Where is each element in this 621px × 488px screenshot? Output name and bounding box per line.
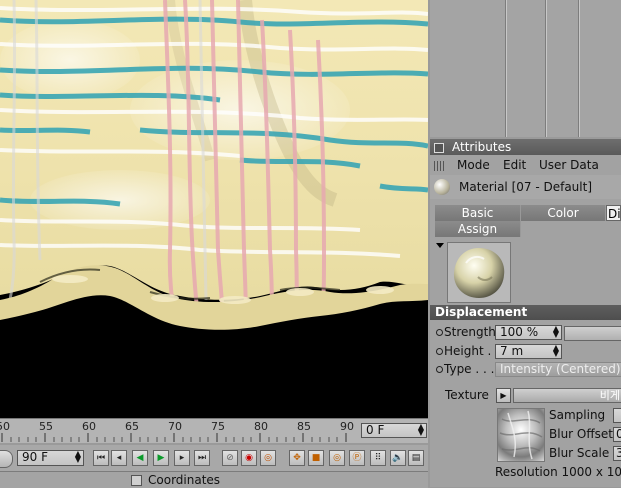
height-label: Height . . — [444, 344, 499, 358]
strength-label: Strength — [444, 325, 496, 339]
param-key-icon[interactable]: Ⓟ — [349, 450, 365, 466]
options-icon[interactable]: ▤ — [408, 450, 424, 466]
attributes-title-bar: Attributes — [430, 139, 621, 155]
coordinates-label: Coordinates — [148, 473, 221, 487]
tab-color[interactable]: Color — [521, 205, 606, 221]
viewport-render — [0, 0, 428, 418]
type-row: Type . . . . Intensity (Centered) — [430, 361, 621, 378]
type-select[interactable]: Intensity (Centered) — [495, 362, 621, 377]
go-to-start-button[interactable]: ⏮ — [93, 450, 109, 466]
autokey-button[interactable]: ◎ — [260, 450, 276, 466]
height-field[interactable]: 7 m ▲ ▼ — [495, 344, 562, 359]
record-off-icon[interactable]: ⊘ — [222, 450, 238, 466]
tab-basic[interactable]: Basic — [435, 205, 521, 221]
blur-scale-field[interactable]: 3 — [613, 446, 621, 461]
texture-label: Texture — [445, 388, 489, 402]
tick-label: 55 — [39, 420, 53, 433]
texture-row: Texture ▶ 비게 — [430, 386, 621, 404]
strength-field[interactable]: 100 % ▲ ▼ — [495, 325, 562, 340]
texture-thumbnail[interactable] — [497, 408, 545, 462]
texture-load-button[interactable]: 비게 — [513, 388, 621, 403]
blur-offset-label: Blur Offset — [549, 427, 613, 441]
tick-label: 90 — [340, 420, 354, 433]
attributes-title: Attributes — [452, 140, 512, 154]
previous-key-button[interactable]: ◂ — [111, 450, 127, 466]
sound-icon[interactable]: 🔈 — [390, 450, 406, 466]
tick-label: 65 — [125, 420, 139, 433]
material-sphere-icon — [434, 179, 450, 195]
attributes-panel: Attributes Mode Edit User Data Material … — [430, 139, 621, 487]
spinner-icon[interactable]: ▲ ▼ — [418, 424, 424, 437]
tick-label: 75 — [211, 420, 225, 433]
type-label: Type . . . . — [444, 362, 503, 376]
tick-label: 80 — [254, 420, 268, 433]
object-manager-panel — [430, 0, 621, 137]
spinner-icon[interactable]: ▲ ▼ — [553, 345, 559, 358]
animate-dot-icon[interactable] — [436, 329, 443, 336]
menu-edit[interactable]: Edit — [503, 155, 526, 175]
blur-scale-label: Blur Scale — [549, 446, 610, 460]
play-forwards-button[interactable]: ▶ — [153, 450, 169, 466]
sampling-label: Sampling — [549, 408, 606, 422]
tab-displacement[interactable]: Dis — [606, 205, 621, 221]
resolution-text: Resolution 1000 x 1000 — [495, 465, 621, 479]
playback-toolbar: 90 F ▲ ▼ ⏮ ◂ ◀ ▶ ▸ ⏭ ⊘ ◉ ◎ ✥ ■ ◎ Ⓟ ⠿ 🔈 ▤ — [0, 445, 428, 471]
tick-label: 70 — [168, 420, 182, 433]
rotate-key-icon[interactable]: ◎ — [329, 450, 345, 466]
material-name: Material [07 - Default] — [459, 180, 593, 194]
spinner-icon[interactable]: ▲ ▼ — [75, 451, 81, 464]
displacement-section-header: Displacement — [430, 305, 621, 320]
strength-slider[interactable] — [564, 326, 621, 341]
preview-arrow-icon[interactable] — [436, 243, 444, 248]
animate-dot-icon[interactable] — [436, 366, 443, 373]
menu-user-data[interactable]: User Data — [539, 155, 599, 175]
tick-label: 60 — [82, 420, 96, 433]
play-backwards-button[interactable]: ◀ — [132, 450, 148, 466]
preview-sphere-icon — [448, 243, 510, 302]
menu-mode[interactable]: Mode — [457, 155, 490, 175]
coordinates-checkbox[interactable] — [131, 475, 142, 486]
section-title: Displacement — [435, 305, 528, 319]
tab-assign[interactable]: Assign — [435, 221, 521, 237]
record-button[interactable]: ◉ — [241, 450, 257, 466]
timeline-ruler[interactable]: 50 55 60 65 70 75 80 85 90 0 F ▲▼ — [0, 418, 428, 443]
point-level-icon[interactable]: ⠿ — [370, 450, 386, 466]
scale-key-icon[interactable]: ■ — [308, 450, 324, 466]
current-frame-field[interactable]: 0 F ▲ ▼ — [361, 423, 427, 438]
texture-arrow-button[interactable]: ▶ — [496, 388, 511, 403]
texture-pattern-icon — [499, 410, 543, 460]
strength-row: Strength 100 % ▲ ▼ — [430, 324, 621, 341]
tick-label: 50 — [0, 420, 10, 433]
animate-dot-icon[interactable] — [436, 348, 443, 355]
blur-offset-field[interactable]: 0 — [613, 427, 621, 442]
tick-label: 85 — [297, 420, 311, 433]
spinner-icon[interactable]: ▲ ▼ — [553, 326, 559, 339]
coordinates-bar: Coordinates — [0, 471, 428, 488]
min-frame-stepper[interactable] — [0, 450, 13, 468]
end-frame-field[interactable]: 90 F ▲ ▼ — [17, 450, 84, 466]
3d-viewport[interactable] — [0, 0, 428, 418]
sampling-select[interactable] — [613, 408, 621, 423]
material-header: Material [07 - Default] — [430, 175, 621, 199]
go-to-end-button[interactable]: ⏭ — [194, 450, 210, 466]
move-key-icon[interactable]: ✥ — [289, 450, 305, 466]
panel-menu-icon[interactable] — [434, 143, 444, 153]
attributes-menu-bar: Mode Edit User Data — [430, 155, 621, 175]
grip-icon[interactable] — [434, 161, 446, 171]
tab-strip: Basic Color Dis Assign — [430, 205, 621, 238]
height-row: Height . . 7 m ▲ ▼ — [430, 343, 621, 360]
material-preview[interactable] — [447, 242, 511, 303]
next-key-button[interactable]: ▸ — [174, 450, 190, 466]
